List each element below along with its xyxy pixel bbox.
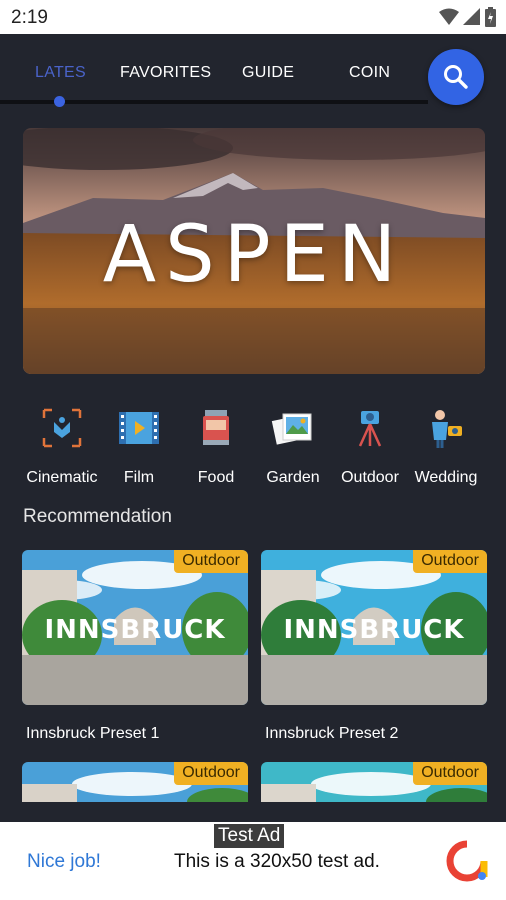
category-garden[interactable]: Garden bbox=[253, 402, 333, 487]
category-badge: Outdoor bbox=[413, 550, 487, 573]
preset-title: Innsbruck Preset 2 bbox=[265, 725, 399, 742]
film-icon bbox=[119, 412, 159, 444]
search-button[interactable] bbox=[428, 49, 484, 105]
ad-body-text: This is a 320x50 test ad. bbox=[174, 851, 380, 872]
preset-card[interactable]: INNSBRUCK Outdoor bbox=[261, 550, 487, 705]
category-label: Garden bbox=[266, 469, 320, 486]
cinematic-icon bbox=[42, 408, 82, 448]
ad-headline[interactable]: Nice job! bbox=[27, 851, 101, 873]
wifi-icon bbox=[439, 8, 459, 25]
category-film[interactable]: Film bbox=[99, 402, 179, 487]
preset-image: INNSBRUCK bbox=[22, 550, 248, 705]
signal-icon bbox=[463, 8, 480, 25]
ad-logo-icon bbox=[446, 840, 488, 882]
category-label: Food bbox=[197, 469, 235, 486]
tab-lates[interactable]: LATES bbox=[35, 64, 86, 82]
preset-title: Innsbruck Preset 1 bbox=[26, 725, 160, 742]
category-outdoor[interactable]: Outdoor bbox=[330, 402, 410, 487]
tab-favorites[interactable]: FAVORITES bbox=[120, 64, 211, 82]
category-badge: Outdoor bbox=[413, 762, 487, 785]
category-badge: Outdoor bbox=[174, 550, 248, 573]
preset-card[interactable]: Outdoor bbox=[22, 762, 248, 802]
preset-image-text: INNSBRUCK bbox=[283, 615, 464, 645]
status-bar: 2:19 bbox=[0, 0, 506, 34]
preset-card[interactable]: INNSBRUCK Outdoor bbox=[22, 550, 248, 705]
category-label: Outdoor bbox=[341, 469, 399, 486]
ad-tag: Test Ad bbox=[214, 824, 285, 848]
wedding-icon bbox=[432, 410, 462, 448]
hero-title: ASPEN bbox=[102, 210, 406, 300]
category-cinematic[interactable]: Cinematic bbox=[22, 402, 102, 487]
category-wedding[interactable]: Wedding bbox=[406, 402, 486, 487]
outdoor-icon bbox=[358, 411, 382, 447]
recommendation-title: Recommendation bbox=[23, 506, 172, 527]
category-label: Cinematic bbox=[26, 469, 98, 486]
category-row: Cinematic Film Food Garden Outdoor Weddi… bbox=[0, 402, 506, 492]
tab-indicator bbox=[54, 96, 65, 107]
status-time: 2:19 bbox=[11, 7, 48, 28]
garden-icon bbox=[271, 413, 312, 445]
food-icon bbox=[203, 410, 229, 445]
tab-coin[interactable]: COIN bbox=[349, 64, 390, 82]
category-badge: Outdoor bbox=[174, 762, 248, 785]
category-label: Film bbox=[123, 469, 155, 486]
preset-image-text: INNSBRUCK bbox=[44, 615, 225, 645]
preset-image: INNSBRUCK bbox=[261, 550, 487, 705]
preset-card[interactable]: Outdoor bbox=[261, 762, 487, 802]
battery-icon bbox=[485, 7, 496, 27]
category-food[interactable]: Food bbox=[176, 402, 256, 487]
category-label: Wedding bbox=[414, 469, 478, 486]
search-icon bbox=[444, 65, 468, 89]
hero-banner[interactable]: ASPEN bbox=[23, 128, 485, 374]
tab-guide[interactable]: GUIDE bbox=[242, 64, 294, 82]
